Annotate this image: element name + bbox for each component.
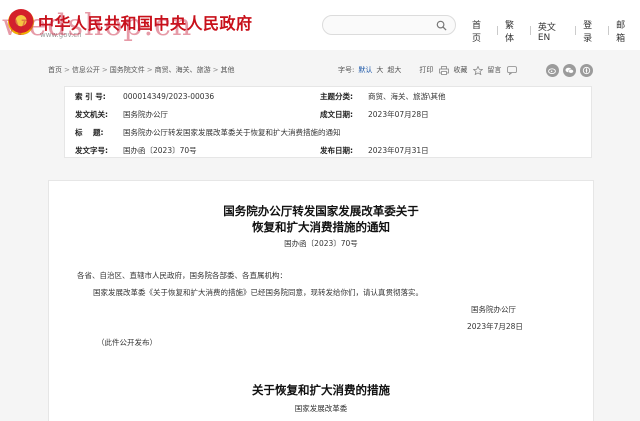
- breadcrumb-item-trade[interactable]: 商贸、海关、旅游: [155, 65, 211, 75]
- comment-icon[interactable]: [507, 65, 518, 75]
- nav-traditional[interactable]: 繁体: [499, 18, 529, 44]
- nav-home[interactable]: 首页: [466, 18, 496, 44]
- search-icon[interactable]: [436, 20, 447, 31]
- breadcrumb-bar: 首页 > 信息公开 > 国务院文件 > 商贸、海关、旅游 > 其他 字号: 默认…: [48, 62, 594, 78]
- publish-date-value: 2023年07月31日: [368, 145, 429, 155]
- breadcrumb-item-other[interactable]: 其他: [221, 65, 235, 75]
- favorite-button[interactable]: 收藏: [453, 65, 467, 75]
- star-icon[interactable]: [473, 65, 484, 75]
- font-size-label: 字号:: [338, 66, 355, 74]
- printer-icon[interactable]: [439, 65, 450, 75]
- section-title: 关于恢复和扩大消费的措施: [252, 383, 390, 397]
- info-row-index: 索 引 号: 000014349/2023-00036 主题分类: 商贸、海关、…: [65, 87, 591, 105]
- breadcrumb-item-info[interactable]: 信息公开: [72, 65, 100, 75]
- nav-login[interactable]: 登录: [577, 18, 607, 44]
- document-body: 国务院办公厅转发国家发展改革委关于 恢复和扩大消费措施的通知 国办函〔2023〕…: [48, 180, 594, 421]
- comment-button[interactable]: 留言: [487, 65, 501, 75]
- nav-mail[interactable]: 邮箱: [610, 18, 640, 44]
- breadcrumb-item-home[interactable]: 首页: [48, 65, 62, 75]
- document-date: 2023年7月28日: [467, 322, 523, 331]
- nav-english[interactable]: 英文EN: [532, 20, 574, 43]
- document-publish-note: （此件公开发布）: [97, 338, 157, 347]
- issuer-label: 发文机关:: [75, 109, 108, 119]
- doc-number-label: 发文字号:: [75, 145, 108, 155]
- index-number-value: 000014349/2023-00036: [123, 91, 215, 101]
- issuer-value: 国务院办公厅: [123, 109, 168, 119]
- font-size-xlarge[interactable]: 超大: [387, 65, 401, 75]
- print-button[interactable]: 打印: [419, 65, 433, 75]
- share-icons: [542, 63, 593, 77]
- document-recipients: 各省、自治区、直辖市人民政府，国务院各部委、各直属机构：: [77, 271, 287, 280]
- national-emblem-icon[interactable]: [8, 9, 34, 35]
- font-size-large[interactable]: 大: [376, 65, 383, 75]
- info-row-title: 标 题: 国务院办公厅转发国家发展改革委关于恢复和扩大消费措施的通知: [65, 123, 591, 141]
- written-date-label: 成文日期:: [320, 109, 353, 119]
- article-tools: 字号: 默认 大 超大 打印 收藏 留言: [338, 65, 521, 75]
- info-row-doc-number: 发文字号: 国办函〔2023〕70号 发布日期: 2023年07月31日: [65, 141, 591, 159]
- breadcrumb-item-files[interactable]: 国务院文件: [110, 65, 145, 75]
- breadcrumb-separator: >: [64, 66, 70, 74]
- category-label: 主题分类:: [320, 91, 353, 101]
- info-row-issuer: 发文机关: 国务院办公厅 成文日期: 2023年07月28日: [65, 105, 591, 123]
- document-title-line-1: 国务院办公厅转发国家发展改革委关于: [223, 204, 419, 218]
- index-number-label: 索 引 号:: [75, 91, 106, 101]
- font-size-default[interactable]: 默认: [358, 65, 372, 75]
- title-label: 标 题:: [75, 127, 104, 137]
- breadcrumb-separator: >: [101, 66, 108, 74]
- document-title-line-2: 恢复和扩大消费措施的通知: [252, 220, 390, 234]
- document-signatory: 国务院办公厅: [471, 305, 516, 314]
- section-author: 国家发展改革委: [294, 404, 348, 413]
- search-input[interactable]: [322, 15, 456, 35]
- breadcrumb: 首页 > 信息公开 > 国务院文件 > 商贸、海关、旅游 > 其他: [48, 65, 235, 75]
- document-paragraph: 国家发展改革委《关于恢复和扩大消费的措施》已经国务院同意，现转发给你们，请认真贯…: [93, 288, 423, 297]
- document-info-table: 索 引 号: 000014349/2023-00036 主题分类: 商贸、海关、…: [64, 86, 592, 158]
- site-url: www.gov.cn: [40, 31, 82, 39]
- written-date-value: 2023年07月28日: [368, 109, 429, 119]
- weibo-share-icon[interactable]: [546, 63, 559, 77]
- category-value: 商贸、海关、旅游\其他: [368, 91, 446, 101]
- app-share-icon[interactable]: [580, 63, 593, 77]
- title-value: 国务院办公厅转发国家发展改革委关于恢复和扩大消费措施的通知: [123, 127, 341, 137]
- publish-date-label: 发布日期:: [320, 145, 353, 155]
- breadcrumb-separator: >: [146, 66, 153, 74]
- top-nav: 首页 | 繁体 | 英文EN | 登录 | 邮箱: [466, 18, 640, 44]
- site-header: 中华人民共和国中央人民政府 www.gov.cn wedshop.cn 首页 |…: [0, 0, 640, 50]
- breadcrumb-separator: >: [212, 66, 219, 74]
- wechat-share-icon[interactable]: [563, 63, 576, 77]
- doc-number-value: 国办函〔2023〕70号: [123, 145, 197, 155]
- document-number: 国办函〔2023〕70号: [284, 239, 358, 248]
